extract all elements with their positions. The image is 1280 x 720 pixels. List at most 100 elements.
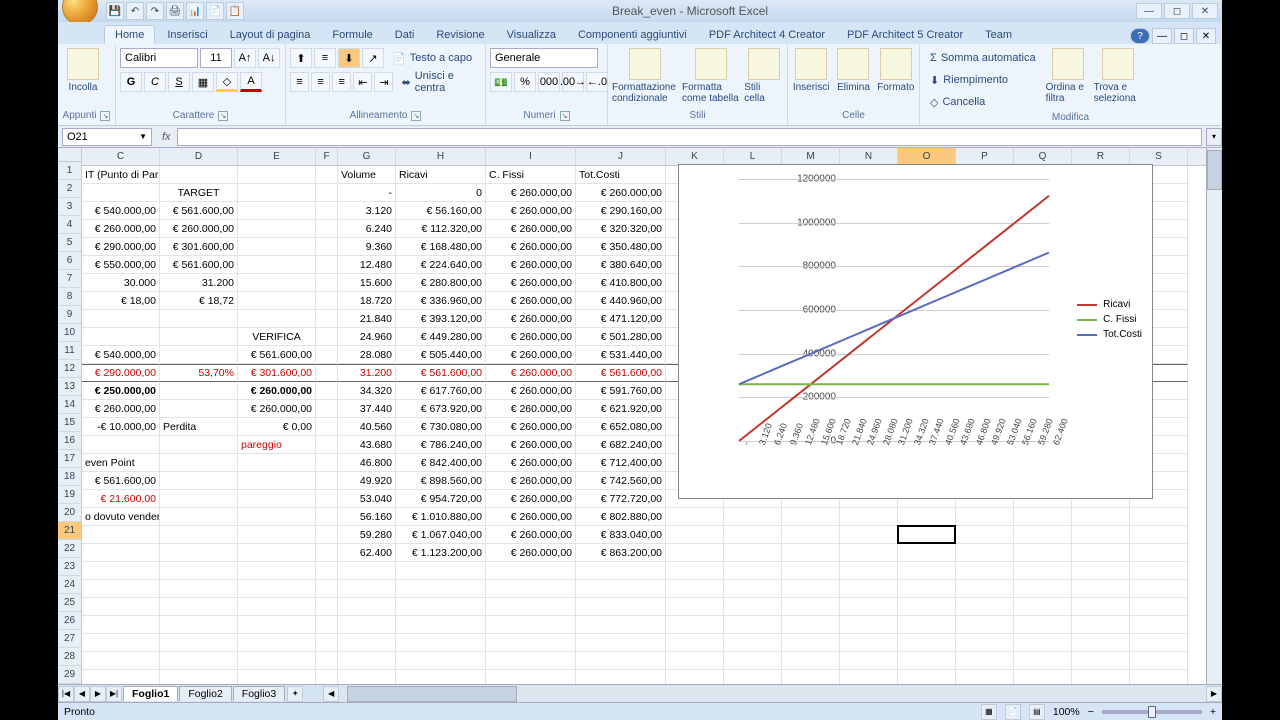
font-dialog-launcher[interactable]: ↘ [218,111,228,121]
cell[interactable] [898,544,956,562]
align-bottom-button[interactable]: ⬇ [338,48,360,68]
align-right-button[interactable]: ≡ [332,72,351,92]
cell[interactable] [238,472,316,490]
shrink-font-button[interactable]: A↓ [258,48,280,68]
find-select-button[interactable]: Trova e seleziona [1094,48,1142,104]
cell[interactable] [840,580,898,598]
autosum-button[interactable]: ΣSomma automatica [924,48,1042,68]
cell[interactable] [160,652,238,670]
zoom-slider[interactable] [1102,710,1202,714]
cell[interactable]: 59.280 [338,526,396,544]
cell[interactable] [160,526,238,544]
cell[interactable]: 15.600 [338,274,396,292]
cell[interactable]: € 260.000,00 [486,274,576,292]
vertical-scrollbar[interactable] [1206,148,1222,684]
cell[interactable]: even Point [82,454,160,472]
cell[interactable] [1130,598,1188,616]
cell[interactable] [486,616,576,634]
row-header[interactable]: 18 [58,468,81,486]
cell[interactable] [956,670,1014,684]
increase-decimal-button[interactable]: .00→ [562,72,584,92]
cell[interactable] [840,616,898,634]
cell[interactable] [1130,616,1188,634]
cell[interactable]: 0 [396,184,486,202]
cell[interactable] [576,652,666,670]
cell[interactable] [576,598,666,616]
cell[interactable] [956,562,1014,580]
cell[interactable]: € 449.280,00 [396,328,486,346]
cell[interactable]: Tot.Costi [576,166,666,184]
cell[interactable] [782,526,840,544]
grow-font-button[interactable]: A↑ [234,48,256,68]
cell[interactable]: € 742.560,00 [576,472,666,490]
cell[interactable] [238,274,316,292]
cell[interactable]: € 260.000,00 [486,328,576,346]
cell[interactable]: € 260.000,00 [486,526,576,544]
row-header[interactable]: 20 [58,504,81,522]
cell[interactable] [316,328,338,346]
cell[interactable] [238,508,316,526]
view-pagebreak-button[interactable]: ▤ [1029,704,1045,720]
cell[interactable]: 24.960 [338,328,396,346]
cell[interactable]: € 471.120,00 [576,310,666,328]
cell[interactable]: € 531.440,00 [576,346,666,364]
font-color-button[interactable]: A [240,72,262,92]
row-header[interactable]: 28 [58,648,81,666]
cell[interactable]: 43.680 [338,436,396,454]
formula-bar[interactable] [177,128,1202,146]
cell[interactable]: € 260.000,00 [486,310,576,328]
cell[interactable]: € 168.480,00 [396,238,486,256]
cell[interactable] [238,454,316,472]
cell[interactable] [1014,544,1072,562]
cell[interactable] [316,652,338,670]
cell[interactable]: 37.440 [338,400,396,418]
border-button[interactable]: ▦ [192,72,214,92]
cell[interactable] [238,544,316,562]
cell[interactable] [1072,616,1130,634]
sheet-nav-prev[interactable]: ◀ [74,686,90,702]
cell[interactable] [316,616,338,634]
wrap-text-button[interactable]: 📄Testo a capo [386,48,478,68]
column-header[interactable]: K [666,148,724,165]
cell[interactable] [840,508,898,526]
cell[interactable] [316,310,338,328]
cell[interactable] [160,616,238,634]
cell[interactable]: € 260.000,00 [486,508,576,526]
cell[interactable] [396,670,486,684]
cell[interactable]: € 320.320,00 [576,220,666,238]
cell[interactable] [238,670,316,684]
cell[interactable] [82,544,160,562]
cell[interactable] [956,616,1014,634]
cell[interactable] [238,562,316,580]
cell[interactable] [486,598,576,616]
cell[interactable] [898,526,956,544]
font-size-select[interactable]: 11 [200,48,232,68]
horizontal-scrollbar[interactable]: ◀ ▶ [323,686,1222,702]
cell[interactable] [1072,670,1130,684]
cell[interactable] [160,634,238,652]
ribbon-tab[interactable]: PDF Architect 5 Creator [837,26,973,44]
cell[interactable]: € 260.000,00 [486,238,576,256]
cell[interactable]: € 260.000,00 [82,400,160,418]
cell[interactable] [82,580,160,598]
cell[interactable] [316,400,338,418]
cell[interactable]: 53,70% [160,364,238,382]
column-header[interactable]: H [396,148,486,165]
formula-expand-button[interactable]: ▾ [1206,128,1222,146]
percent-button[interactable]: % [514,72,536,92]
cell[interactable] [316,508,338,526]
cell[interactable]: TARGET [160,184,238,202]
cell[interactable]: € 802.880,00 [576,508,666,526]
cell[interactable] [160,580,238,598]
cell[interactable]: € 540.000,00 [82,346,160,364]
cell[interactable]: € 260.000,00 [486,184,576,202]
row-header[interactable]: 23 [58,558,81,576]
cell[interactable]: pareggio [238,436,316,454]
cell[interactable]: € 290.160,00 [576,202,666,220]
cell[interactable]: € 954.720,00 [396,490,486,508]
cell[interactable] [898,508,956,526]
cell[interactable] [666,562,724,580]
cell[interactable]: € 260.000,00 [486,400,576,418]
paste-button[interactable]: Incolla [62,48,104,93]
cell[interactable] [1072,526,1130,544]
